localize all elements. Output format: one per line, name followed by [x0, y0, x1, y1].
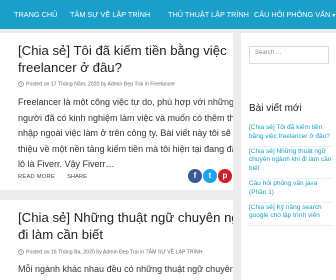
read-more-link[interactable]: READ MORE [18, 174, 55, 180]
recent-post-link[interactable]: [Chia sẻ] Tôi đã kiếm tiền bằng việc fre… [249, 123, 333, 147]
post-title-line: [Chia sẻ] Những thuật ngữ chuyên ngành k… [18, 210, 233, 225]
post-title-line: freelancer ở đâu? [18, 60, 122, 75]
clock-icon [18, 249, 24, 255]
clock-icon [18, 81, 24, 87]
twitter-icon[interactable]: t [203, 169, 217, 183]
top-navigation-bar: TRANG CHỦ TÂM SỰ VỀ LẬP TRÌNH THỦ THUẬT … [0, 0, 336, 29]
post-meta: Posted on 16 Tháng Ba, 2020 by Admin Đẹp… [18, 249, 202, 255]
excerpt-line: Mỗi ngành khác nhau đều có những thuật n… [18, 264, 233, 274]
post-excerpt: Freelancer là một công việc tự do, phù h… [18, 95, 233, 173]
nav-item-label: CÂU HỎI PHỎNG VẤN [254, 10, 331, 19]
excerpt-line: nhập ngoài việc làm ở trên công ty. Bài … [18, 128, 233, 138]
chevron-down-icon: ▾ [332, 13, 336, 19]
nav-item-home[interactable]: TRANG CHỦ [14, 0, 57, 29]
sidebar: Search … Bài viết mới [Chia sẻ] Tôi đã k… [241, 33, 336, 280]
post-title[interactable]: [Chia sẻ] Những thuật ngữ chuyên ngành k… [18, 209, 233, 243]
excerpt-line: người đã có kinh nghiệm làm việc và muốn… [18, 112, 233, 123]
post-meta-text: Posted on 16 Tháng Ba, 2020 by Admin Đẹp… [26, 249, 203, 256]
recent-post-link[interactable]: Câu hỏi phỏng vấn java (Phần 1) [249, 179, 333, 203]
post-title[interactable]: [Chia sẻ] Tôi đã kiếm tiền bằng việc fre… [18, 42, 230, 76]
recent-post-link[interactable]: [Chia sẻ] Kỹ năng search google cho lập … [249, 203, 333, 227]
post-title-line: đi làm cần biết [18, 227, 104, 242]
search-input[interactable]: Search … [249, 46, 329, 64]
nav-item-interview-questions[interactable]: CÂU HỎI PHỎNG VẤN ▾ [254, 0, 335, 29]
recent-post-link[interactable]: [Chia sẻ] Những thuật ngữ chuyên ngành k… [249, 147, 333, 179]
post-card: [Chia sẻ] Những thuật ngữ chuyên ngành k… [0, 200, 233, 280]
facebook-icon[interactable]: f [188, 169, 202, 183]
search-placeholder: Search … [255, 50, 282, 56]
post-card: [Chia sẻ] Tôi đã kiếm tiền bằng việc fre… [0, 33, 233, 190]
pinterest-icon[interactable]: p [218, 169, 232, 183]
nav-item-coding-tips[interactable]: THỦ THUẬT LẬP TRÌNH [168, 0, 249, 29]
share-label: SHARE [67, 174, 87, 180]
recent-posts-list: [Chia sẻ] Tôi đã kiếm tiền bằng việc fre… [249, 123, 333, 227]
recent-posts-title: Bài viết mới [249, 103, 302, 114]
post-meta-text: Posted on 17 Tháng Năm, 2020 by Admin Đẹ… [26, 81, 175, 88]
post-excerpt: Mỗi ngành khác nhau đều có những thuật n… [18, 262, 233, 278]
nav-item-coding-stories[interactable]: TÂM SỰ VỀ LẬP TRÌNH [70, 0, 150, 29]
excerpt-line: thiệu về một nền tảng kiếm tiền mà tôi h… [18, 143, 233, 154]
excerpt-line: Freelancer là một công việc tự do, phù h… [18, 97, 233, 107]
post-meta: Posted on 17 Tháng Năm, 2020 by Admin Đẹ… [18, 81, 175, 87]
post-title-line: [Chia sẻ] Tôi đã kiếm tiền bằng việc [18, 43, 227, 58]
